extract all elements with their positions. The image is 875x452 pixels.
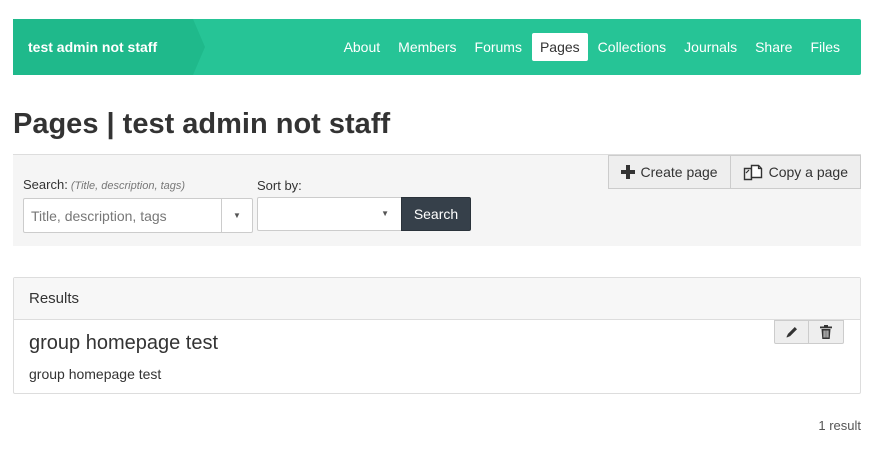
delete-page-button[interactable] xyxy=(809,320,844,344)
result-title-link[interactable]: group homepage test xyxy=(29,332,218,355)
results-heading: Results xyxy=(14,278,860,320)
caret-down-icon: ▼ xyxy=(233,211,241,220)
search-dropdown-toggle[interactable]: ▼ xyxy=(221,199,252,232)
create-page-button[interactable]: Create page xyxy=(607,155,731,189)
tab-about[interactable]: About xyxy=(336,33,389,61)
result-actions xyxy=(774,320,844,344)
group-navbar: test admin not staff About Members Forum… xyxy=(13,19,861,75)
edit-page-button[interactable] xyxy=(774,320,809,344)
search-input[interactable] xyxy=(24,199,222,232)
results-panel: Results group homepage test group homepa… xyxy=(13,277,861,394)
plus-icon xyxy=(620,165,635,179)
tab-forums[interactable]: Forums xyxy=(467,33,530,61)
tab-share[interactable]: Share xyxy=(747,33,800,61)
page-actions: Create page Copy a page xyxy=(607,155,861,189)
group-name[interactable]: test admin not staff xyxy=(13,19,193,75)
result-description: group homepage test xyxy=(29,366,162,382)
tab-journals[interactable]: Journals xyxy=(676,33,745,61)
search-label: Search: (Title, description, tags) xyxy=(23,177,185,192)
tab-collections[interactable]: Collections xyxy=(590,33,674,61)
search-combo: ▼ xyxy=(23,198,253,233)
trash-icon xyxy=(820,325,832,339)
copy-page-button[interactable]: Copy a page xyxy=(730,155,861,189)
search-panel: Search:(Title, description, tags) ▼ Sort… xyxy=(13,154,861,246)
copy-icon xyxy=(743,164,762,180)
page-title: Pages | test admin not staff xyxy=(13,108,391,140)
tab-members[interactable]: Members xyxy=(390,33,464,61)
search-button[interactable]: Search xyxy=(401,197,471,231)
copy-page-label: Copy a page xyxy=(768,164,848,180)
group-nav-tabs: About Members Forums Pages Collections J… xyxy=(334,33,848,61)
sort-label: Sort by: xyxy=(257,178,302,193)
caret-down-icon: ▼ xyxy=(381,209,389,218)
group-name-arrow xyxy=(193,19,205,75)
search-hint: (Title, description, tags) xyxy=(70,180,186,192)
tab-files[interactable]: Files xyxy=(802,33,848,61)
tab-pages[interactable]: Pages xyxy=(531,33,588,61)
search-label-text: Search: xyxy=(23,177,68,192)
create-page-label: Create page xyxy=(640,164,718,180)
result-count: 1 result xyxy=(818,418,861,433)
pencil-icon xyxy=(786,327,797,338)
sort-select[interactable]: ▼ xyxy=(257,197,402,231)
